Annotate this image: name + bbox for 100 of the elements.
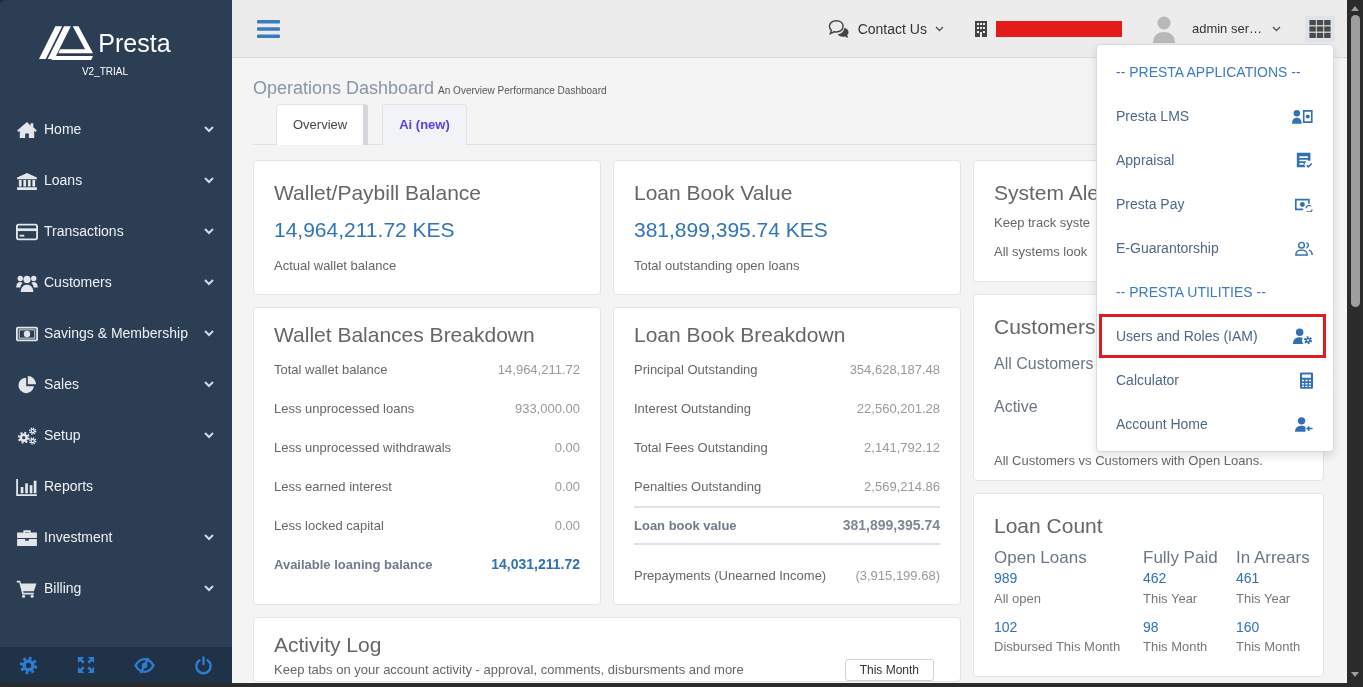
card-caption: Total outstanding open loans — [634, 258, 800, 274]
row-label: Less unprocessed loans — [274, 399, 415, 418]
row-label: Interest Outstanding — [634, 399, 752, 418]
sidebar-menu-item[interactable]: Billing — [0, 563, 232, 614]
sidebar-menu-item[interactable]: Home — [0, 104, 232, 155]
tab[interactable]: Ai (new) — [382, 104, 467, 145]
status-text: All systems look — [994, 244, 1088, 260]
row-value: 2,141,792.12 — [864, 438, 940, 457]
menu-item[interactable]: Calculator — [1099, 358, 1326, 402]
calculator-icon — [1300, 371, 1313, 389]
row-value: 933,000.00 — [514, 399, 580, 418]
menu-item[interactable]: Presta LMS — [1099, 94, 1326, 138]
caret-icon — [934, 25, 944, 32]
eye-slash-icon[interactable] — [133, 656, 155, 674]
scroll-down-icon[interactable] — [1351, 672, 1359, 677]
card-title: Loan Book Value — [634, 180, 793, 205]
menu-item[interactable]: E-Guarantorship — [1099, 226, 1326, 270]
home-icon — [16, 120, 38, 139]
row-value: 14,964,211.72 — [497, 360, 580, 379]
card-title: Loan Count — [994, 513, 1103, 538]
period-button[interactable]: This Month — [844, 659, 934, 681]
amount-value: 14,964,211.72 KES — [274, 217, 455, 242]
sidebar-menu-item[interactable]: Investment — [0, 512, 232, 563]
menu-item[interactable]: Account Home — [1099, 402, 1326, 446]
sidebar-menu-item[interactable]: Savings & Membership — [0, 308, 232, 359]
count-caption: This Year — [1236, 591, 1291, 607]
sidebar-menu-item[interactable]: Transactions — [0, 206, 232, 257]
sidebar-menu-item[interactable]: Loans — [0, 155, 232, 206]
column-heading: Open Loans — [994, 548, 1087, 568]
logo-icon — [39, 26, 94, 60]
card-description: Keep track syste — [994, 215, 1091, 231]
chevron-down-icon — [204, 381, 214, 388]
sidebar-menu-item[interactable]: Sales — [0, 359, 232, 410]
row-value: (3,915,199.68) — [855, 566, 940, 585]
card-caption: Actual wallet balance — [274, 258, 397, 274]
count-caption: This Year — [1143, 591, 1198, 607]
count-value: 989 — [994, 570, 1018, 587]
cart-icon — [16, 579, 38, 598]
card-title: Loan Book Breakdown — [634, 322, 846, 347]
menu-item[interactable]: Appraisal — [1099, 138, 1326, 182]
row-value: 381,899,395.74 — [842, 516, 940, 535]
user-menu-button[interactable]: admin ser… — [1191, 20, 1281, 37]
bar-chart-icon — [16, 477, 38, 496]
briefcase-icon — [16, 528, 38, 547]
card-description: Keep tabs on your account activity - approval, comments, disbursments and more — [274, 662, 744, 678]
expand-arrows-icon[interactable] — [77, 656, 96, 674]
count-caption: Disbursed This Month — [994, 639, 1121, 655]
sidebar-menu-item[interactable]: Customers — [0, 257, 232, 308]
row-label: Less earned interest — [274, 477, 392, 496]
card-title: Wallet Balances Breakdown — [274, 322, 535, 347]
building-icon — [974, 20, 987, 37]
count-value: 98 — [1143, 619, 1159, 636]
row-value: 354,628,187.48 — [849, 360, 940, 379]
page-subtitle: An Overview Performance Dashboard — [438, 85, 607, 97]
row-value: 0.00 — [554, 516, 580, 535]
sidebar-menu-item[interactable]: Setup — [0, 410, 232, 461]
chevron-down-icon — [204, 279, 214, 286]
document-check-icon — [1296, 151, 1313, 169]
count-value: 462 — [1143, 570, 1167, 587]
scrollbar-thumb[interactable] — [1350, 15, 1360, 307]
banknote-icon — [16, 324, 38, 343]
users-outline-icon — [1295, 240, 1313, 256]
column-heading: Fully Paid — [1143, 548, 1218, 568]
gears-icon — [16, 426, 38, 445]
brand-name: Presta — [98, 28, 171, 58]
stat-label: Active — [994, 397, 1038, 417]
row-value: 22,560,201.28 — [856, 399, 940, 418]
banknote-refresh-icon — [1295, 196, 1313, 212]
users-icon — [16, 273, 38, 292]
row-label: Total Fees Outstanding — [634, 438, 768, 457]
sidebar-menu-item[interactable]: Reports — [0, 461, 232, 512]
power-icon[interactable] — [193, 655, 213, 675]
bank-icon — [16, 171, 38, 190]
row-label: Less unprocessed withdrawals — [274, 438, 452, 457]
scroll-up-icon[interactable] — [1351, 6, 1359, 11]
stat-label: All Customers — [994, 354, 1094, 374]
section-heading: -- PRESTA UTILITIES -- — [1115, 282, 1267, 302]
row-label: Loan book value — [634, 516, 737, 535]
row-value: 14,031,211.72 — [491, 555, 580, 574]
row-value: 0.00 — [554, 477, 580, 496]
section-heading: -- PRESTA APPLICATIONS -- — [1115, 62, 1302, 82]
row-label: Less locked capital — [274, 516, 384, 535]
row-label: Total wallet balance — [274, 360, 388, 379]
row-value: 0.00 — [554, 438, 580, 457]
settings-icon[interactable] — [19, 655, 39, 675]
row-label: Penalties Outstanding — [634, 477, 762, 496]
chevron-down-icon — [204, 432, 214, 439]
chevron-down-icon — [204, 330, 214, 337]
row-label: Prepayments (Unearned Income) — [634, 566, 827, 585]
caret-icon — [1272, 25, 1281, 32]
apps-grid-button[interactable] — [1305, 15, 1335, 42]
menu-item[interactable]: Users and Roles (IAM) — [1099, 314, 1326, 358]
menu-item[interactable]: Presta Pay — [1099, 182, 1326, 226]
menu-button[interactable] — [257, 18, 280, 39]
chevron-down-icon — [204, 177, 214, 184]
contact-button[interactable]: Contact Us — [827, 18, 944, 39]
tab[interactable]: Overview — [276, 104, 369, 145]
edition-label: V2_TRIAL — [81, 66, 129, 78]
chat-bubbles-icon — [827, 18, 850, 39]
card-title: Activity Log — [274, 632, 382, 657]
